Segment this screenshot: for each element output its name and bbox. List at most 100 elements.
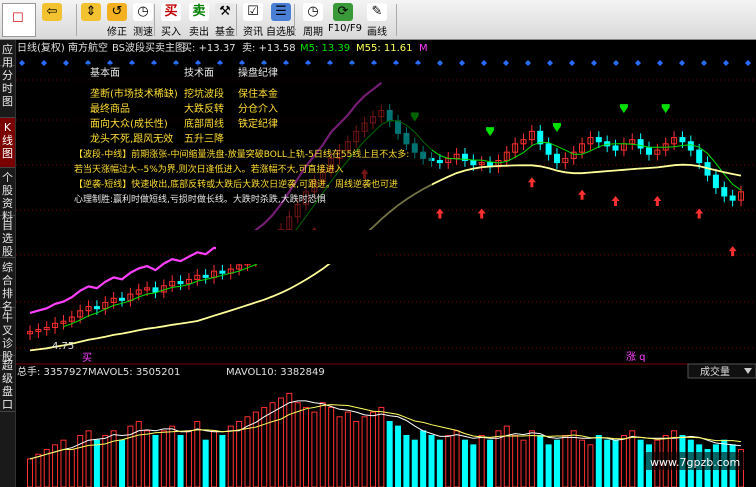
app-logo[interactable]: ☐ <box>2 3 36 37</box>
strategy-note-0: 【波段-中线】前期涨张-中间缩量洗盘-放量突破BOLL上轨-5日线在55线上且不… <box>74 148 409 160</box>
strategy-note-1: 若当天涨幅过大--5%为界,则次日逢低进入。若涨幅不大,可直接进入 <box>74 163 344 175</box>
legend-item-0-0: 基本面 <box>90 66 120 79</box>
volume-bar <box>637 439 644 487</box>
toolbar-separator <box>396 4 397 36</box>
toolbar-separator <box>294 4 295 36</box>
candle-body <box>687 141 694 151</box>
toolbar-button-5[interactable]: 卖卖出 <box>186 2 212 38</box>
legend-item-1-1: 挖坑波段 <box>184 87 224 100</box>
volume-bar <box>93 439 100 487</box>
toolbar-button-3[interactable]: ◷ 测速 <box>130 2 156 38</box>
candle-body <box>696 149 703 164</box>
m5-value: M5: 13.39 <box>300 43 350 54</box>
overlay-gap <box>216 230 376 264</box>
sidebar: 应用分时图K线图个股资料自选股综合排名牛叉诊股超级盘口 <box>0 40 16 487</box>
toolbar-button-label: 自选股 <box>266 27 296 38</box>
legend-item-1-2: 大跌反转 <box>184 102 224 115</box>
indicator-name: BS波段买卖主图 <box>112 41 185 54</box>
toolbar-button-8[interactable]: ☰ 自选股 <box>266 2 296 38</box>
toolbar-button-9[interactable]: ◷ 周期 <box>298 2 328 38</box>
volume-bar <box>395 425 402 487</box>
toolbar: ☐ ⇦ ⇕ ↺ 修正 ◷ 测速买买入卖卖出 ⚒ 基金 ☑ 资讯 ☰ 自选股 ◷ 周期 ⟳ F10/F9 ✎ 画线 <box>0 0 756 40</box>
strategy-note-2: 【逆袭-短线】快速收出,底部反转或大跌后大跌次日逆袭,可跟进。周线逆袭也可进 <box>74 178 398 190</box>
candle-body <box>202 274 209 278</box>
period-label: 日线(复权) <box>17 41 65 54</box>
volume-bar <box>428 435 435 487</box>
volume-bar <box>411 439 418 487</box>
candle-body <box>553 153 560 164</box>
toolbar-button-label: F10/F9 <box>328 23 362 34</box>
volume-total: 总手: 3357927 <box>17 365 88 378</box>
sidebar-tab-4[interactable]: 自选股 <box>0 216 15 258</box>
toolbar-button-label: 修正 <box>107 27 127 38</box>
toolbar-button-7[interactable]: ☑ 资讯 <box>240 2 266 38</box>
volume-bar <box>436 439 443 487</box>
legend-item-0-1: 垄断(市场技术稀缺) <box>90 87 178 100</box>
candle-body <box>595 137 602 143</box>
toolbar-button-label: 卖出 <box>189 27 209 38</box>
sidebar-tab-1[interactable]: 分时图 <box>0 66 15 118</box>
checkbox-icon: ☑ <box>243 3 263 21</box>
toolbar-button-6[interactable]: ⚒ 基金 <box>212 2 238 38</box>
toolbar-button-label: 买入 <box>161 27 181 38</box>
legend-item-1-3: 底部周线 <box>184 117 224 130</box>
toolbar-button-10[interactable]: ⟳ F10/F9 <box>328 2 362 38</box>
candle-body <box>645 147 652 155</box>
volume-bar <box>152 435 159 487</box>
back-arrow-icon: ⇦ <box>42 3 62 21</box>
clock-icon: ◷ <box>303 3 323 21</box>
toolbar-button-2[interactable]: ↺ 修正 <box>104 2 130 38</box>
sidebar-tab-0[interactable]: 应用 <box>0 40 15 69</box>
pen-icon: ✎ <box>367 3 387 21</box>
volume-bar <box>470 444 477 487</box>
sidebar-tab-7[interactable]: 超级盘口 <box>0 356 15 412</box>
sidebar-tab-5[interactable]: 综合排名 <box>0 258 15 313</box>
legend-item-2-0: 操盘纪律 <box>238 66 278 79</box>
volume-bar <box>386 420 393 487</box>
candle-body <box>729 195 736 201</box>
up-down-icon: ⇕ <box>81 3 101 21</box>
m-value: M <box>419 43 428 54</box>
volume-bar <box>219 435 226 487</box>
legend-item-2-3: 铁定纪律 <box>238 117 278 130</box>
volume-bar <box>553 439 560 487</box>
sell-marker-label: 涨 q <box>626 351 646 363</box>
toolbar-icon-button-0[interactable]: ⇦ <box>38 2 66 38</box>
strategy-note-3: 心理制胜:赢利时做短线,亏损时做长线。大跌时杀跌,大跌时恐惧 <box>74 193 326 205</box>
sidebar-tab-3[interactable]: 个股资料 <box>0 168 15 223</box>
toolbar-button-11[interactable]: ✎ 画线 <box>360 2 394 38</box>
buy-value: 买: +13.37 <box>182 42 236 54</box>
toolbar-button-4[interactable]: 买买入 <box>158 2 184 38</box>
volume-bar <box>595 435 602 487</box>
legend-item-1-0: 技术面 <box>184 66 214 79</box>
legend-item-0-4: 龙头不死,跟风无效 <box>90 132 173 145</box>
toolbar-button-label: 周期 <box>303 27 323 38</box>
sell-glyph-icon: 卖 <box>189 3 209 21</box>
toolbar-button-label: 基金 <box>215 27 235 38</box>
legend-item-2-1: 保住本金 <box>238 87 278 100</box>
toolbar-icon-button-1[interactable]: ⇕ <box>80 2 102 38</box>
legend-item-2-2: 分仓介入 <box>238 102 278 115</box>
volume-bar <box>487 439 494 487</box>
candle-body <box>177 281 184 285</box>
sidebar-tab-6[interactable]: 牛叉诊股 <box>0 308 15 363</box>
volume-bar <box>545 444 552 487</box>
candle-body <box>545 143 552 155</box>
logo-mark: ☐ <box>12 11 24 26</box>
price-low-label: 4.75 <box>52 341 74 352</box>
hammer-icon: ⚒ <box>215 3 235 21</box>
chart-area[interactable]: 日线(复权) 南方航空 BS波段买卖主图买: +13.37 卖: +13.58 M5: … <box>16 40 756 487</box>
candle-body <box>219 270 226 274</box>
mavol10-value: MAVOL10: 3382849 <box>226 367 325 378</box>
buy-marker-label: 买 <box>82 352 92 364</box>
candle-body <box>93 306 100 310</box>
legend-item-0-2: 最终商品 <box>90 102 130 115</box>
m55-value: M55: 11.61 <box>356 43 413 54</box>
sidebar-tab-2[interactable]: K线图 <box>0 118 15 168</box>
volume-bar <box>537 435 544 487</box>
toolbar-separator <box>236 4 237 36</box>
volume-bar <box>177 435 184 487</box>
legend-item-0-3: 面向大众(成长性) <box>90 117 168 130</box>
volume-bar <box>604 439 611 487</box>
candle-body <box>712 174 719 189</box>
